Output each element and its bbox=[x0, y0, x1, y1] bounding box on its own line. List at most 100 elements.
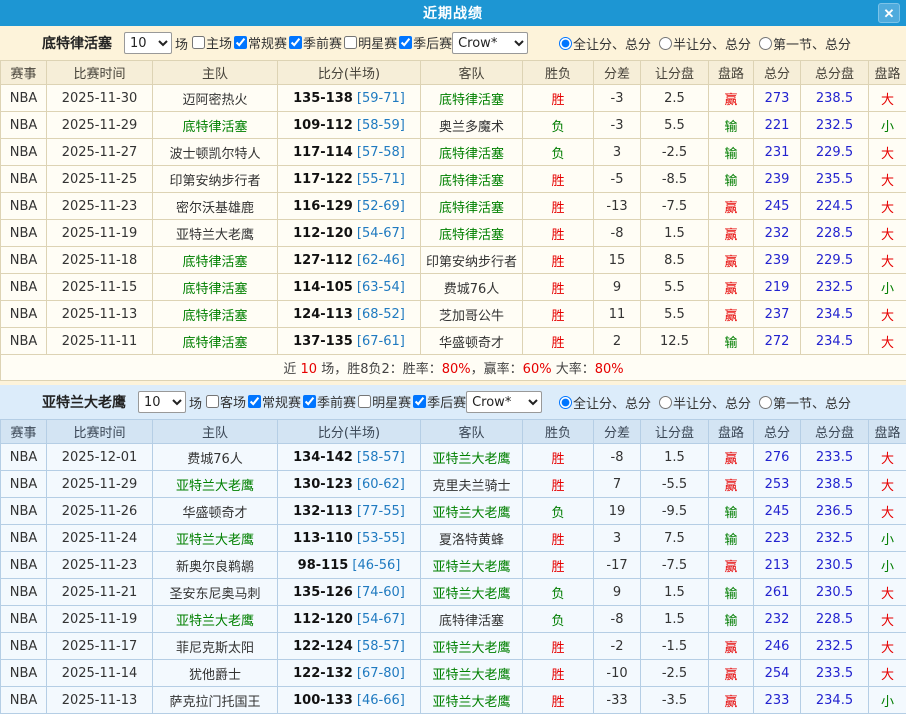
dialog-title: 近期战绩 bbox=[423, 3, 483, 23]
away-team-cell: 华盛顿奇才 bbox=[421, 328, 523, 355]
home-team-cell: 底特律活塞 bbox=[153, 247, 278, 274]
league-cell: NBA bbox=[1, 471, 47, 498]
total-line-cell: 230.5 bbox=[801, 552, 869, 579]
handicap-result-cell: 赢 bbox=[709, 274, 754, 301]
filter-checkbox[interactable]: 主场 bbox=[190, 33, 232, 52]
checkbox-input[interactable] bbox=[358, 395, 371, 408]
filter-checkbox[interactable]: 季后赛 bbox=[397, 33, 452, 52]
game-row: NBA2025-11-17菲尼克斯太阳122-124 [58-57]亚特兰大老鹰… bbox=[1, 633, 906, 660]
mode-radio[interactable]: 第一节、总分 bbox=[757, 393, 851, 412]
date-cell: 2025-11-23 bbox=[47, 552, 153, 579]
away-team-cell: 亚特兰大老鹰 bbox=[421, 552, 523, 579]
over-under-cell: 大 bbox=[869, 606, 906, 633]
away-team-cell: 亚特兰大老鹰 bbox=[421, 498, 523, 525]
games-count-select[interactable]: 10 bbox=[138, 391, 186, 413]
away-team-cell: 底特律活塞 bbox=[421, 220, 523, 247]
league-cell: NBA bbox=[1, 606, 47, 633]
checkbox-input[interactable] bbox=[399, 36, 412, 49]
filter-checkbox[interactable]: 明星赛 bbox=[342, 33, 397, 52]
radio-input[interactable] bbox=[759, 37, 772, 50]
source-select[interactable]: Crow* bbox=[452, 32, 528, 54]
filter-checkbox[interactable]: 明星赛 bbox=[356, 392, 411, 411]
filter-checkbox[interactable]: 客场 bbox=[204, 392, 246, 411]
margin-cell: 2 bbox=[594, 328, 641, 355]
final-score: 112-120 bbox=[293, 612, 353, 627]
filter-checkbox[interactable]: 季前赛 bbox=[301, 392, 356, 411]
close-button[interactable]: ✕ bbox=[878, 3, 900, 23]
checkbox-label: 明星赛 bbox=[372, 392, 411, 411]
half-score: [62-46] bbox=[353, 253, 405, 268]
radio-input[interactable] bbox=[559, 396, 572, 409]
over-under-cell: 大 bbox=[869, 328, 906, 355]
handicap-cell: -2.5 bbox=[641, 660, 709, 687]
date-cell: 2025-12-01 bbox=[47, 444, 153, 471]
result-cell: 负 bbox=[523, 498, 594, 525]
date-cell: 2025-11-19 bbox=[47, 606, 153, 633]
checkbox-input[interactable] bbox=[344, 36, 357, 49]
score-cell: 122-132 [67-80] bbox=[278, 660, 421, 687]
checkbox-input[interactable] bbox=[192, 36, 205, 49]
column-header: 赛事 bbox=[1, 61, 47, 85]
checkbox-input[interactable] bbox=[413, 395, 426, 408]
checkbox-input[interactable] bbox=[206, 395, 219, 408]
column-header: 让分盘 bbox=[641, 420, 709, 444]
mode-radio[interactable]: 全让分、总分 bbox=[557, 393, 651, 412]
handicap-cell: 1.5 bbox=[641, 444, 709, 471]
score-cell: 98-115 [46-56] bbox=[278, 552, 421, 579]
score-cell: 113-110 [53-55] bbox=[278, 525, 421, 552]
games-count-select[interactable]: 10 bbox=[124, 32, 172, 54]
score-cell: 135-126 [74-60] bbox=[278, 579, 421, 606]
half-score: [67-61] bbox=[353, 334, 405, 349]
over-under-cell: 大 bbox=[869, 166, 906, 193]
total-cell: 276 bbox=[754, 444, 801, 471]
half-score: [57-58] bbox=[353, 145, 405, 160]
home-team-cell: 亚特兰大老鹰 bbox=[153, 525, 278, 552]
handicap-result-cell: 赢 bbox=[709, 660, 754, 687]
score-cell: 112-120 [54-67] bbox=[278, 606, 421, 633]
filter-checkbox[interactable]: 季后赛 bbox=[411, 392, 466, 411]
result-cell: 胜 bbox=[523, 660, 594, 687]
column-header: 主队 bbox=[153, 420, 278, 444]
filter-checkbox[interactable]: 常规赛 bbox=[246, 392, 301, 411]
handicap-cell: 12.5 bbox=[641, 328, 709, 355]
filter-checkbox[interactable]: 季前赛 bbox=[287, 33, 342, 52]
checkbox-input[interactable] bbox=[234, 36, 247, 49]
checkbox-input[interactable] bbox=[289, 36, 302, 49]
results-table: 赛事比赛时间主队比分(半场)客队胜负分差让分盘盘路总分总分盘盘路 NBA2025… bbox=[0, 60, 906, 381]
radio-input[interactable] bbox=[559, 37, 572, 50]
column-header: 分差 bbox=[594, 61, 641, 85]
checkbox-input[interactable] bbox=[303, 395, 316, 408]
radio-input[interactable] bbox=[759, 396, 772, 409]
checkbox-input[interactable] bbox=[248, 395, 261, 408]
total-cell: 261 bbox=[754, 579, 801, 606]
mode-radio[interactable]: 全让分、总分 bbox=[557, 34, 651, 53]
radio-input[interactable] bbox=[659, 396, 672, 409]
checkbox-label: 季前赛 bbox=[317, 392, 356, 411]
over-under-cell: 大 bbox=[869, 85, 906, 112]
result-cell: 胜 bbox=[523, 193, 594, 220]
mode-radio[interactable]: 半让分、总分 bbox=[657, 34, 751, 53]
result-cell: 胜 bbox=[523, 220, 594, 247]
summary-segment: ，赢率： bbox=[471, 362, 523, 377]
date-cell: 2025-11-13 bbox=[47, 301, 153, 328]
source-select[interactable]: Crow* bbox=[466, 391, 542, 413]
mode-radio[interactable]: 第一节、总分 bbox=[757, 34, 851, 53]
handicap-result-cell: 赢 bbox=[709, 687, 754, 714]
score-cell: 117-114 [57-58] bbox=[278, 139, 421, 166]
result-cell: 胜 bbox=[523, 552, 594, 579]
date-cell: 2025-11-30 bbox=[47, 85, 153, 112]
away-team-cell: 亚特兰大老鹰 bbox=[421, 687, 523, 714]
game-row: NBA2025-11-27波士顿凯尔特人117-114 [57-58]底特律活塞… bbox=[1, 139, 906, 166]
total-line-cell: 230.5 bbox=[801, 579, 869, 606]
total-cell: 237 bbox=[754, 301, 801, 328]
game-row: NBA2025-11-13萨克拉门托国王100-133 [46-66]亚特兰大老… bbox=[1, 687, 906, 714]
league-cell: NBA bbox=[1, 525, 47, 552]
mode-radio[interactable]: 半让分、总分 bbox=[657, 393, 751, 412]
handicap-result-cell: 赢 bbox=[709, 220, 754, 247]
filter-checkbox[interactable]: 常规赛 bbox=[232, 33, 287, 52]
total-line-cell: 228.5 bbox=[801, 606, 869, 633]
score-cell: 130-123 [60-62] bbox=[278, 471, 421, 498]
radio-input[interactable] bbox=[659, 37, 672, 50]
total-cell: 233 bbox=[754, 687, 801, 714]
summary-text: 近 10 场，胜8负2：胜率：80%，赢率：60% 大率：80% bbox=[1, 355, 906, 381]
